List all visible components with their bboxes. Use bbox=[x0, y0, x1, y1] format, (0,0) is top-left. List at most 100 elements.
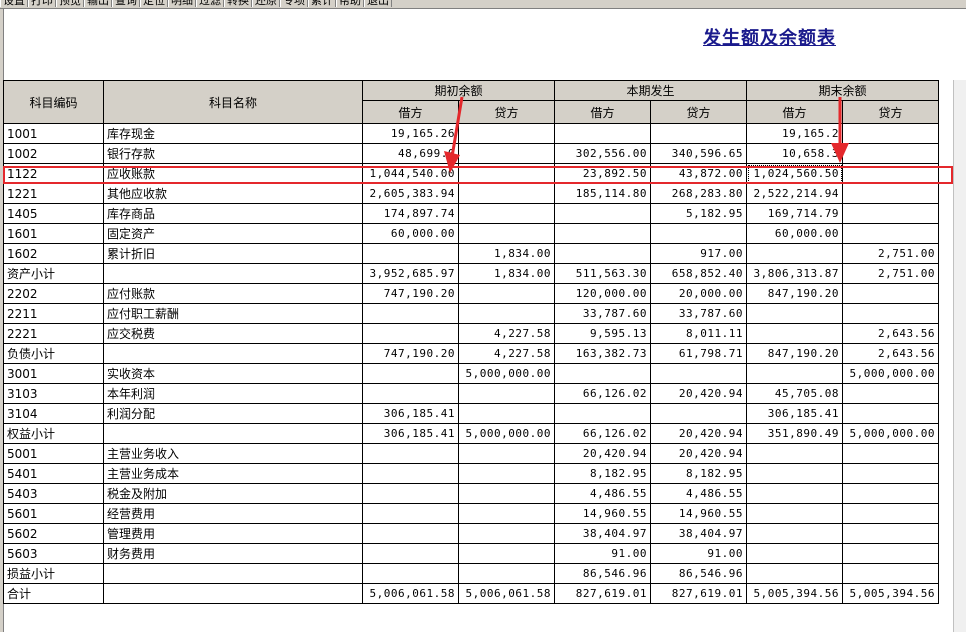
opening-debit-cell[interactable] bbox=[362, 483, 459, 504]
current-debit-cell[interactable]: 511,563.30 bbox=[554, 263, 651, 284]
account-code-cell[interactable]: 1221 bbox=[3, 183, 104, 204]
closing-credit-cell[interactable] bbox=[842, 523, 939, 544]
closing-credit-cell[interactable] bbox=[842, 463, 939, 484]
current-debit-cell[interactable]: 185,114.80 bbox=[554, 183, 651, 204]
opening-credit-cell[interactable]: 5,000,000.00 bbox=[458, 363, 555, 384]
current-credit-cell[interactable]: 20,000.00 bbox=[650, 283, 747, 304]
account-code-cell[interactable]: 1602 bbox=[3, 243, 104, 264]
account-code-cell[interactable]: 1001 bbox=[3, 123, 104, 144]
opening-credit-cell[interactable] bbox=[458, 143, 555, 164]
opening-debit-cell[interactable]: 747,190.20 bbox=[362, 283, 459, 304]
table-row[interactable]: 5401 主营业务成本 8,182.95 8,182.95 bbox=[3, 463, 939, 484]
toolbar-button-7[interactable]: 过滤 bbox=[196, 0, 224, 7]
account-code-cell[interactable]: 5401 bbox=[3, 463, 104, 484]
closing-credit-cell[interactable] bbox=[842, 183, 939, 204]
toolbar-button-11[interactable]: 累计 bbox=[308, 0, 336, 7]
opening-credit-cell[interactable] bbox=[458, 483, 555, 504]
opening-debit-cell[interactable] bbox=[362, 543, 459, 564]
opening-credit-cell[interactable] bbox=[458, 463, 555, 484]
account-code-cell[interactable]: 5001 bbox=[3, 443, 104, 464]
current-credit-cell[interactable]: 43,872.00 bbox=[650, 163, 747, 184]
opening-credit-cell[interactable]: 4,227.58 bbox=[458, 323, 555, 344]
closing-credit-cell[interactable] bbox=[842, 503, 939, 524]
current-credit-cell[interactable]: 4,486.55 bbox=[650, 483, 747, 504]
current-debit-cell[interactable] bbox=[554, 243, 651, 264]
table-row[interactable]: 资产小计 3,952,685.97 1,834.00 511,563.30 658,85… bbox=[3, 263, 939, 284]
account-code-cell[interactable]: 合计 bbox=[3, 583, 104, 604]
current-debit-cell[interactable]: 4,486.55 bbox=[554, 483, 651, 504]
closing-credit-cell[interactable] bbox=[842, 543, 939, 564]
opening-credit-cell[interactable] bbox=[458, 203, 555, 224]
table-row[interactable]: 权益小计 306,185.41 5,000,000.00 66,126.02 20,42… bbox=[3, 423, 939, 444]
current-credit-cell[interactable]: 38,404.97 bbox=[650, 523, 747, 544]
current-debit-cell[interactable]: 8,182.95 bbox=[554, 463, 651, 484]
account-code-cell[interactable]: 损益小计 bbox=[3, 563, 104, 584]
current-credit-cell[interactable]: 5,182.95 bbox=[650, 203, 747, 224]
vertical-scrollbar[interactable] bbox=[953, 80, 966, 632]
table-row[interactable]: 1601 固定资产 60,000.00 60,000.00 bbox=[3, 223, 939, 244]
current-debit-cell[interactable]: 827,619.01 bbox=[554, 583, 651, 604]
opening-debit-cell[interactable] bbox=[362, 563, 459, 584]
current-credit-cell[interactable]: 86,546.96 bbox=[650, 563, 747, 584]
closing-credit-cell[interactable] bbox=[842, 403, 939, 424]
toolbar-button-6[interactable]: 明细 bbox=[168, 0, 196, 7]
current-debit-cell[interactable]: 302,556.00 bbox=[554, 143, 651, 164]
opening-debit-cell[interactable]: 747,190.20 bbox=[362, 343, 459, 364]
closing-credit-cell[interactable] bbox=[842, 123, 939, 144]
current-debit-cell[interactable]: 14,960.55 bbox=[554, 503, 651, 524]
account-name-cell[interactable]: 管理费用 bbox=[103, 523, 363, 544]
account-name-cell[interactable]: 累计折旧 bbox=[103, 243, 363, 264]
closing-debit-cell[interactable]: 351,890.49 bbox=[746, 423, 843, 444]
account-code-cell[interactable]: 资产小计 bbox=[3, 263, 104, 284]
opening-credit-cell[interactable] bbox=[458, 543, 555, 564]
closing-debit-cell[interactable] bbox=[746, 363, 843, 384]
opening-credit-cell[interactable]: 5,006,061.58 bbox=[458, 583, 555, 604]
toolbar-button-5[interactable]: 定位 bbox=[140, 0, 168, 7]
opening-debit-cell[interactable] bbox=[362, 243, 459, 264]
closing-credit-cell[interactable]: 5,000,000.00 bbox=[842, 423, 939, 444]
closing-debit-cell[interactable]: 60,000.00 bbox=[746, 223, 843, 244]
opening-credit-cell[interactable] bbox=[458, 403, 555, 424]
closing-debit-cell[interactable]: 3,806,313.87 bbox=[746, 263, 843, 284]
opening-credit-cell[interactable] bbox=[458, 303, 555, 324]
toolbar-button-2[interactable]: 预览 bbox=[56, 0, 84, 7]
current-debit-cell[interactable] bbox=[554, 403, 651, 424]
account-code-cell[interactable]: 负债小计 bbox=[3, 343, 104, 364]
account-code-cell[interactable]: 2202 bbox=[3, 283, 104, 304]
table-row[interactable]: 2221 应交税费 4,227.58 9,595.13 8,011.11 2,643.56 bbox=[3, 323, 939, 344]
table-row[interactable]: 3001 实收资本 5,000,000.00 5,000,000.00 bbox=[3, 363, 939, 384]
closing-debit-cell[interactable] bbox=[746, 483, 843, 504]
closing-credit-cell[interactable] bbox=[842, 303, 939, 324]
account-name-cell[interactable]: 财务费用 bbox=[103, 543, 363, 564]
current-debit-cell[interactable] bbox=[554, 123, 651, 144]
table-row[interactable]: 3104 利润分配 306,185.41 306,185.41 bbox=[3, 403, 939, 424]
opening-debit-cell[interactable]: 306,185.41 bbox=[362, 423, 459, 444]
closing-debit-cell[interactable]: 1,024,560.50 bbox=[746, 163, 843, 184]
account-code-cell[interactable]: 2221 bbox=[3, 323, 104, 344]
table-row[interactable]: 5601 经营费用 14,960.55 14,960.55 bbox=[3, 503, 939, 524]
toolbar-button-9[interactable]: 还原 bbox=[252, 0, 280, 7]
closing-credit-cell[interactable] bbox=[842, 143, 939, 164]
current-debit-cell[interactable] bbox=[554, 363, 651, 384]
opening-credit-cell[interactable] bbox=[458, 123, 555, 144]
account-name-cell[interactable] bbox=[103, 423, 363, 444]
account-code-cell[interactable]: 5603 bbox=[3, 543, 104, 564]
opening-credit-cell[interactable] bbox=[458, 183, 555, 204]
closing-debit-cell[interactable] bbox=[746, 503, 843, 524]
account-code-cell[interactable]: 3104 bbox=[3, 403, 104, 424]
account-name-cell[interactable]: 固定资产 bbox=[103, 223, 363, 244]
closing-debit-cell[interactable] bbox=[746, 563, 843, 584]
opening-credit-cell[interactable] bbox=[458, 223, 555, 244]
header-account-name[interactable]: 科目名称 bbox=[103, 80, 363, 124]
current-credit-cell[interactable]: 917.00 bbox=[650, 243, 747, 264]
current-credit-cell[interactable]: 340,596.65 bbox=[650, 143, 747, 164]
opening-debit-cell[interactable]: 48,699.0 bbox=[362, 143, 459, 164]
opening-credit-cell[interactable] bbox=[458, 503, 555, 524]
current-credit-cell[interactable]: 20,420.94 bbox=[650, 443, 747, 464]
current-debit-cell[interactable]: 9,595.13 bbox=[554, 323, 651, 344]
closing-debit-cell[interactable] bbox=[746, 463, 843, 484]
account-name-cell[interactable]: 应付账款 bbox=[103, 283, 363, 304]
account-name-cell[interactable] bbox=[103, 263, 363, 284]
table-row[interactable]: 3103 本年利润 66,126.02 20,420.94 45,705.08 bbox=[3, 383, 939, 404]
opening-credit-cell[interactable] bbox=[458, 283, 555, 304]
